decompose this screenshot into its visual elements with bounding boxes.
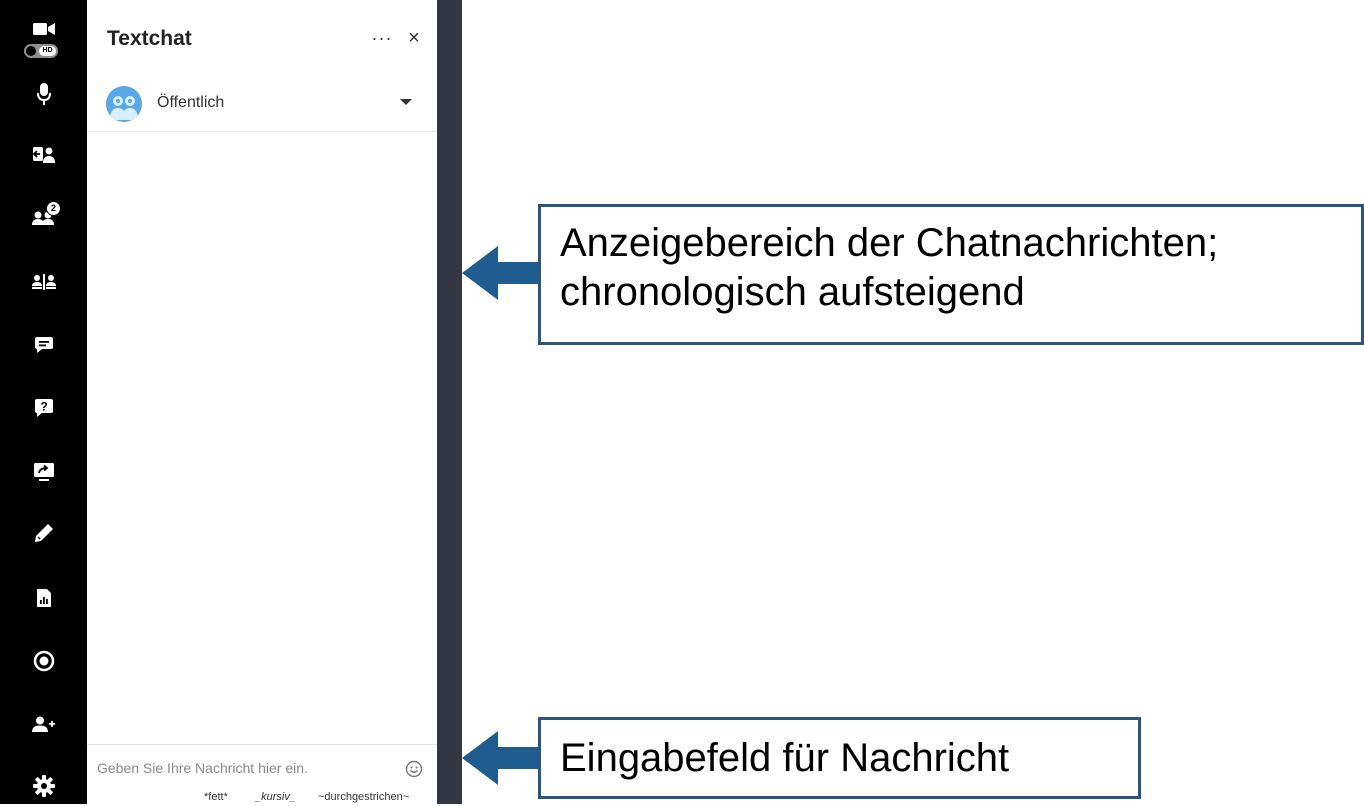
microphone-icon xyxy=(37,83,51,105)
record-button[interactable] xyxy=(24,641,64,681)
gear-icon xyxy=(33,775,55,797)
camera-button[interactable] xyxy=(24,14,64,44)
more-options-button[interactable]: ··· xyxy=(370,28,394,50)
textchat-panel: Textchat ··· × Öffentlich *fett* _kursiv… xyxy=(87,0,437,804)
icon-rail: HD 2 ? xyxy=(0,0,87,804)
whiteboard-button[interactable] xyxy=(24,513,64,553)
format-hint-strikethrough: ~durchgestrichen~ xyxy=(318,791,410,803)
close-panel-button[interactable]: × xyxy=(403,27,425,49)
screen-share-button[interactable] xyxy=(24,452,64,492)
message-input[interactable] xyxy=(97,757,387,779)
group-avatar-icon xyxy=(106,86,142,122)
channel-selector[interactable]: Öffentlich xyxy=(87,78,437,130)
hd-label: HD xyxy=(39,46,56,56)
panel-divider-strip xyxy=(437,0,462,804)
chevron-down-icon xyxy=(400,99,412,105)
question-icon: ? xyxy=(35,399,53,417)
chat-icon xyxy=(35,337,53,353)
add-user-icon xyxy=(32,716,55,732)
message-display-area[interactable] xyxy=(87,132,437,744)
arrow-left-icon xyxy=(462,246,540,300)
microphone-button[interactable] xyxy=(24,74,64,114)
screen-share-icon xyxy=(34,463,54,481)
breakout-rooms-button[interactable] xyxy=(24,262,64,302)
arrow-left-icon xyxy=(462,731,540,785)
format-hint-bold: *fett* xyxy=(204,791,228,803)
chat-button[interactable] xyxy=(24,325,64,365)
pencil-icon xyxy=(35,524,53,542)
callout-input-field: Eingabefeld für Nachricht xyxy=(538,717,1141,799)
emoji-icon[interactable] xyxy=(405,760,423,778)
breakout-rooms-icon xyxy=(32,274,56,290)
camera-icon xyxy=(33,23,55,35)
questions-button[interactable]: ? xyxy=(24,388,64,428)
format-hint-italic: _kursiv_ xyxy=(255,791,296,803)
settings-button[interactable] xyxy=(24,766,64,806)
participants-button[interactable]: 2 xyxy=(24,198,64,238)
message-input-area: *fett* _kursiv_ ~durchgestrichen~ xyxy=(87,744,437,805)
poll-icon xyxy=(37,589,51,607)
hd-toggle[interactable]: HD xyxy=(24,44,58,58)
participants-count-badge: 2 xyxy=(46,201,61,216)
record-icon xyxy=(33,650,55,672)
panel-title: Textchat xyxy=(107,27,192,50)
callout-messages-area: Anzeigebereich der Chatnachrichten; chro… xyxy=(538,204,1364,345)
channel-label: Öffentlich xyxy=(157,94,225,111)
svg-text:?: ? xyxy=(40,400,47,414)
poll-button[interactable] xyxy=(24,578,64,618)
hd-toggle-knob xyxy=(26,46,36,56)
switch-role-icon xyxy=(33,147,55,163)
switch-role-button[interactable] xyxy=(24,135,64,175)
invite-participant-button[interactable] xyxy=(24,704,64,744)
